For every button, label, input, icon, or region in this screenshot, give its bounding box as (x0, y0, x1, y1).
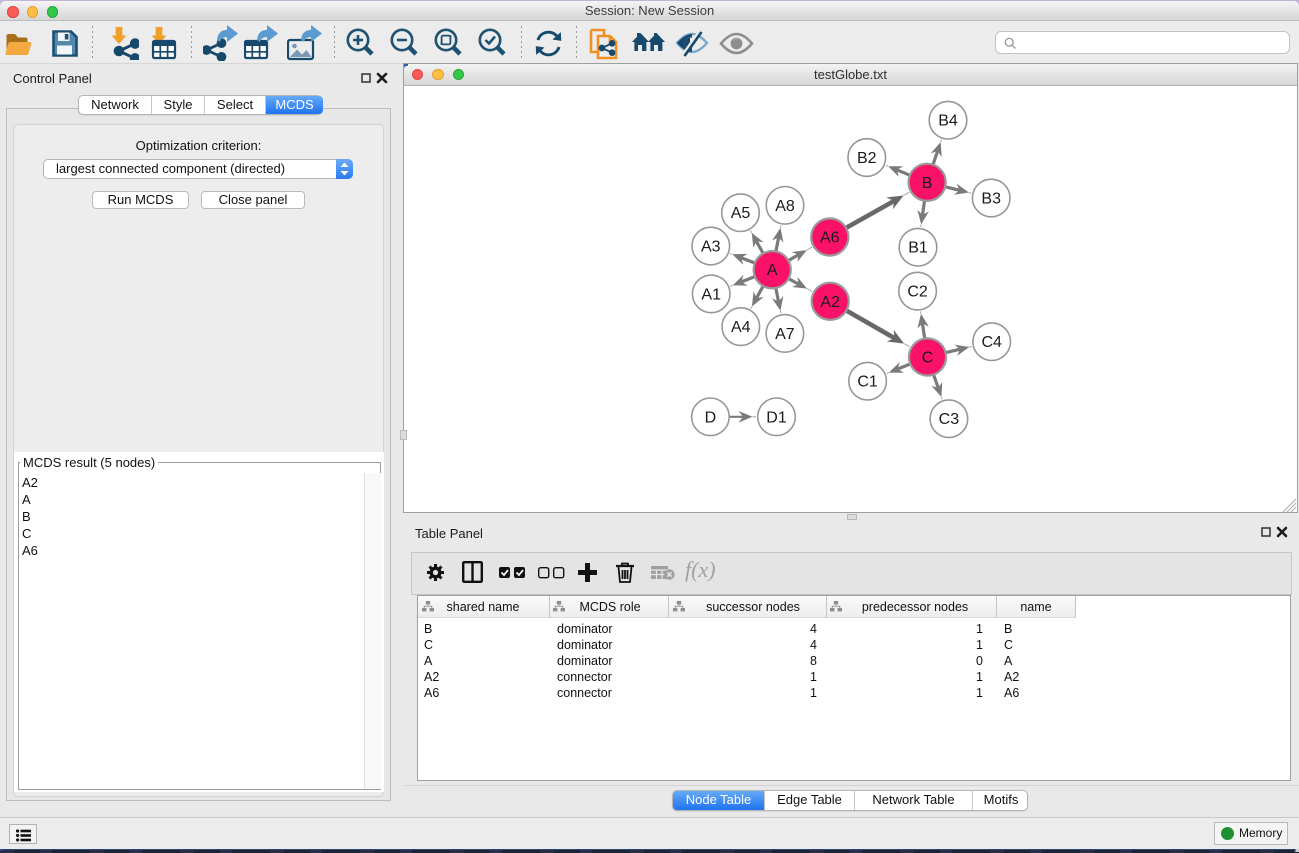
svg-text:B3: B3 (981, 191, 1001, 208)
svg-text:C2: C2 (907, 284, 928, 301)
svg-text:A4: A4 (731, 319, 751, 336)
svg-text:D: D (705, 409, 717, 426)
svg-text:A1: A1 (701, 286, 721, 303)
svg-text:C3: C3 (939, 411, 960, 428)
svg-text:A6: A6 (820, 230, 840, 247)
svg-text:B4: B4 (938, 113, 958, 130)
svg-text:A7: A7 (775, 326, 795, 343)
svg-text:A3: A3 (701, 239, 721, 256)
svg-text:A5: A5 (731, 205, 751, 222)
svg-text:B1: B1 (908, 240, 928, 257)
svg-text:C1: C1 (857, 374, 878, 391)
svg-text:C4: C4 (981, 334, 1002, 351)
svg-text:D1: D1 (766, 409, 787, 426)
svg-text:B2: B2 (857, 150, 877, 167)
svg-text:B: B (922, 175, 933, 192)
svg-text:A8: A8 (775, 198, 795, 215)
svg-text:A: A (767, 262, 778, 279)
svg-text:C: C (922, 350, 934, 367)
svg-text:A2: A2 (820, 294, 840, 311)
